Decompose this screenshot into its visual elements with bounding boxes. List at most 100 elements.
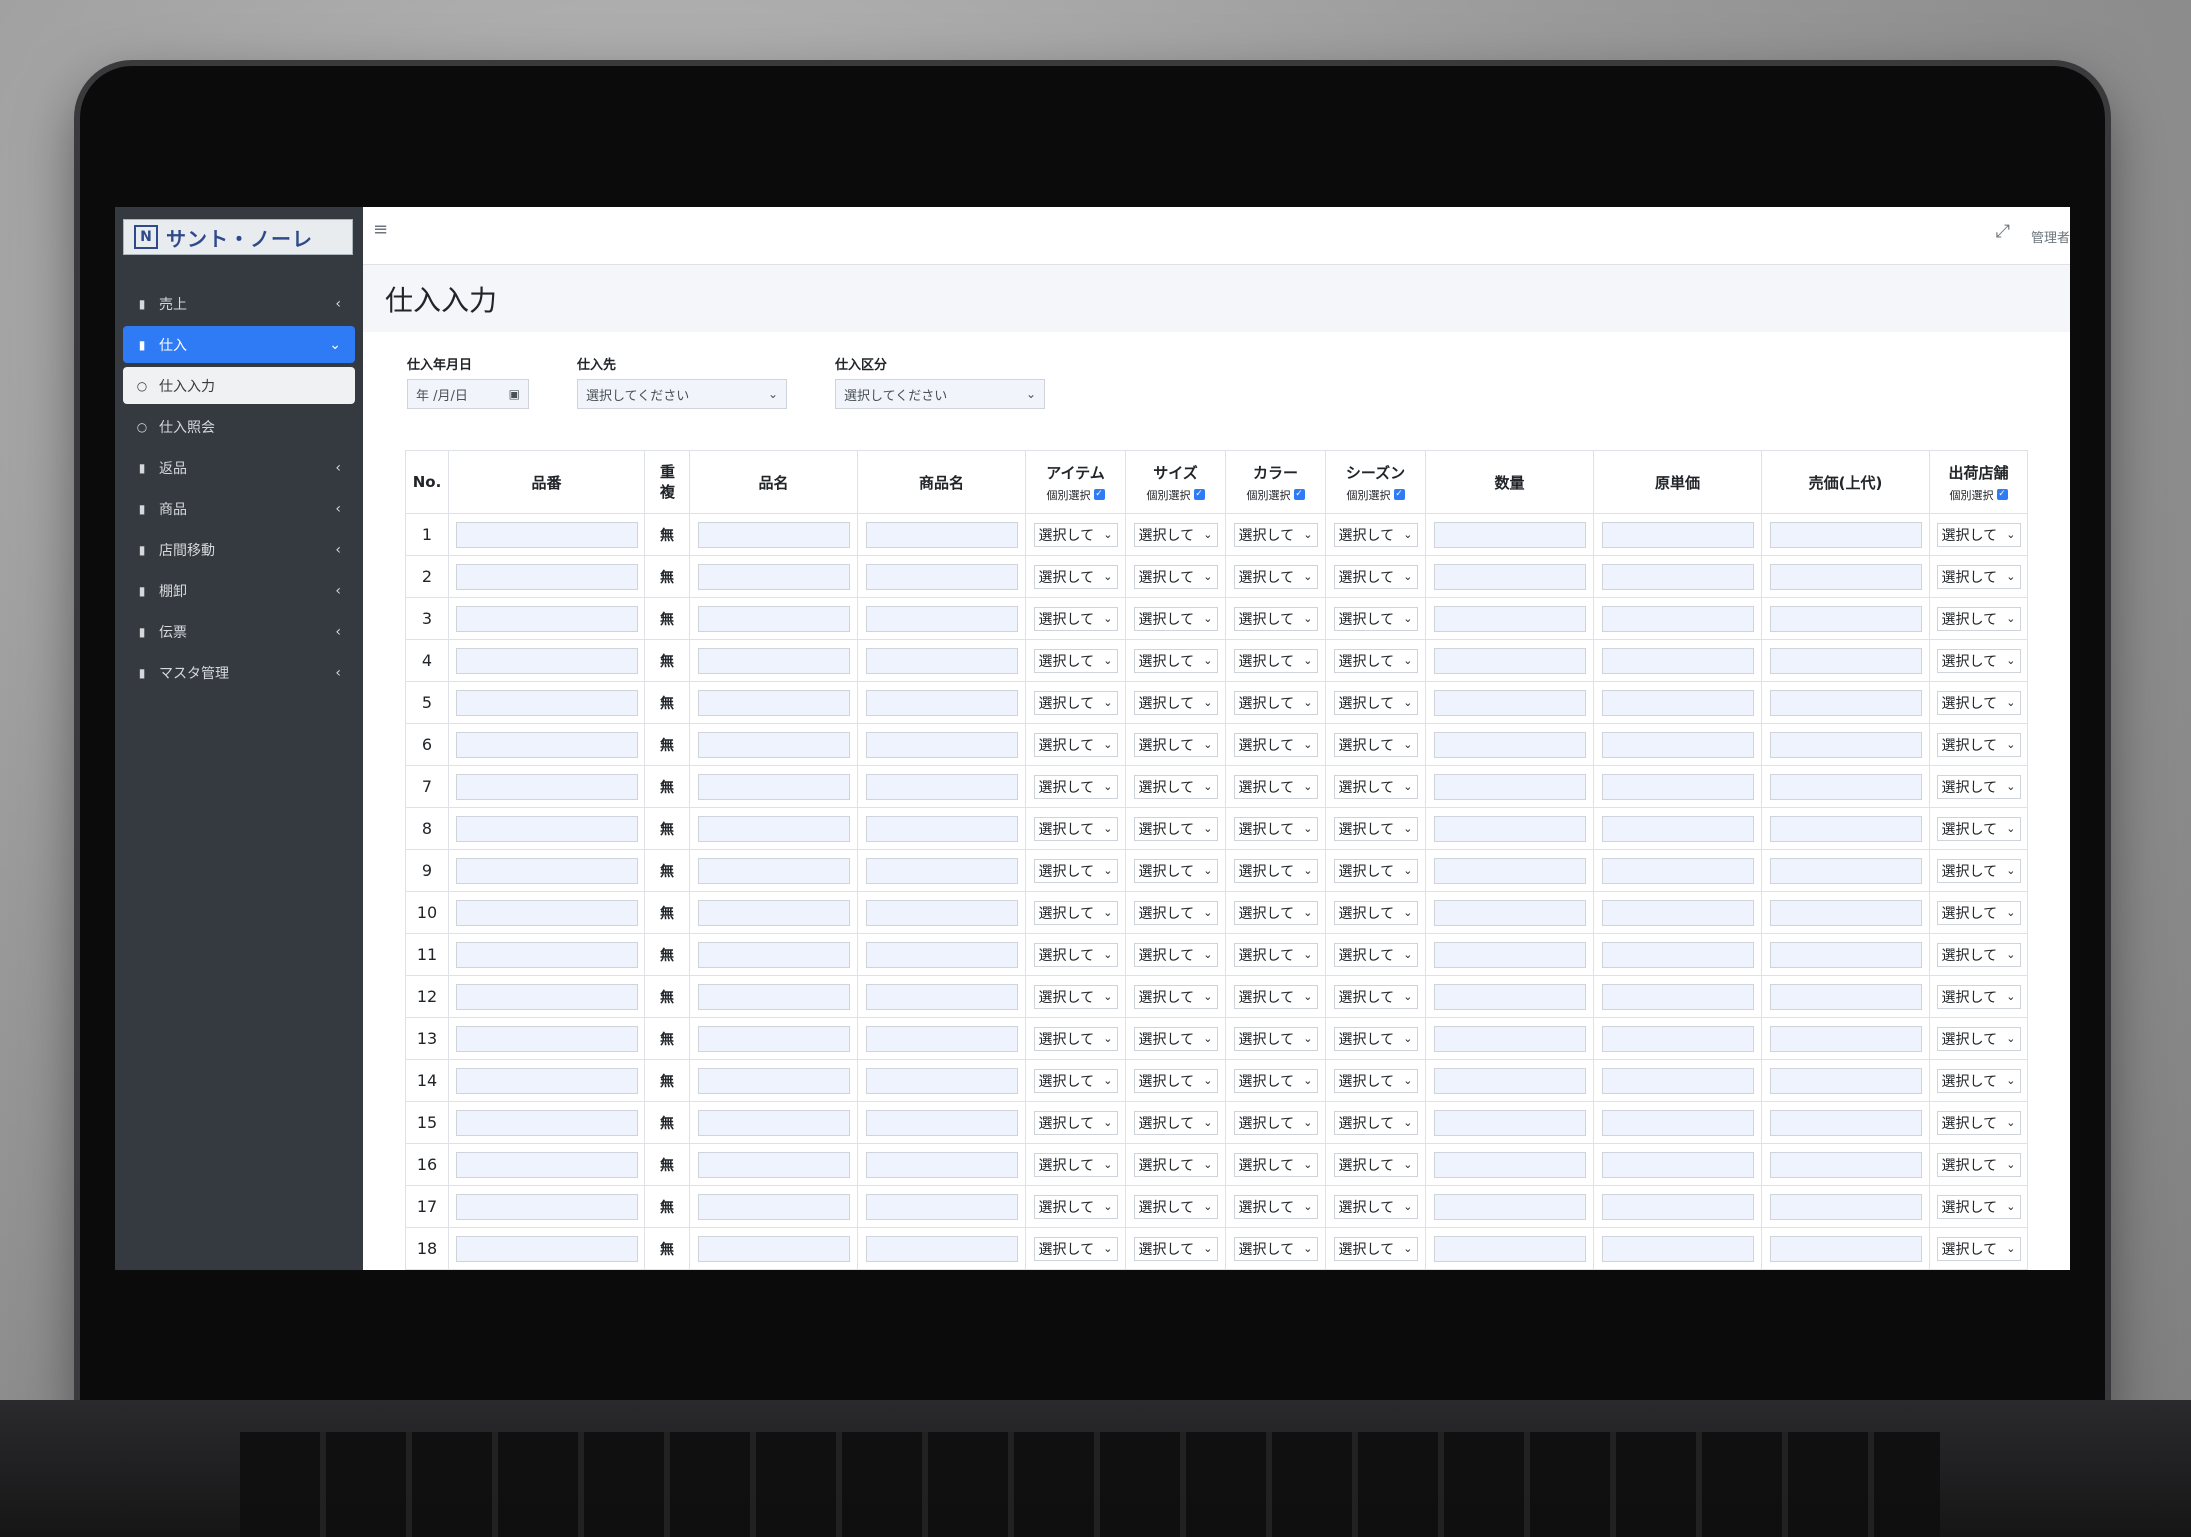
fullscreen-icon[interactable]: ⤢ (1996, 221, 2010, 242)
season-select[interactable]: 選択して ⌄ (1333, 1110, 1418, 1135)
price-input[interactable] (1769, 899, 1922, 926)
item-select[interactable]: 選択して ⌄ (1033, 1236, 1118, 1261)
size-select[interactable]: 選択して ⌄ (1133, 942, 1218, 967)
product-name-input[interactable] (865, 857, 1018, 884)
qty-input[interactable] (1433, 521, 1586, 548)
price-input[interactable] (1769, 689, 1922, 716)
product-name-input[interactable] (865, 1025, 1018, 1052)
color-select[interactable]: 選択して ⌄ (1233, 690, 1318, 715)
item-select[interactable]: 選択して ⌄ (1033, 1026, 1118, 1051)
size-select[interactable]: 選択して ⌄ (1133, 1110, 1218, 1135)
qty-input[interactable] (1433, 983, 1586, 1010)
price-input[interactable] (1769, 941, 1922, 968)
qty-input[interactable] (1433, 773, 1586, 800)
product-name-input[interactable] (865, 941, 1018, 968)
sidebar-item-purchase-inquiry[interactable]: ○ 仕入照会 (123, 408, 355, 445)
item-name-input[interactable] (697, 773, 850, 800)
part-no-input[interactable] (455, 731, 638, 758)
item-name-input[interactable] (697, 1151, 850, 1178)
store-select[interactable]: 選択して ⌄ (1936, 984, 2021, 1009)
unit-cost-input[interactable] (1601, 857, 1754, 884)
product-name-input[interactable] (865, 899, 1018, 926)
qty-input[interactable] (1433, 941, 1586, 968)
store-select[interactable]: 選択して ⌄ (1936, 816, 2021, 841)
calendar-icon[interactable]: ▣ (509, 387, 520, 401)
part-no-input[interactable] (455, 857, 638, 884)
sidebar-item-returns[interactable]: ▮ 返品 ‹ (123, 449, 355, 486)
item-select[interactable]: 選択して ⌄ (1033, 522, 1118, 547)
size-select[interactable]: 選択して ⌄ (1133, 816, 1218, 841)
season-select[interactable]: 選択して ⌄ (1333, 942, 1418, 967)
item-name-input[interactable] (697, 983, 850, 1010)
sidebar-item-purchase-entry[interactable]: ○ 仕入入力 (123, 367, 355, 404)
size-select[interactable]: 選択して ⌄ (1133, 732, 1218, 757)
color-select[interactable]: 選択して ⌄ (1233, 1110, 1318, 1135)
season-select[interactable]: 選択して ⌄ (1333, 1236, 1418, 1261)
price-input[interactable] (1769, 773, 1922, 800)
user-name[interactable]: 管理者 (2031, 227, 2070, 246)
season-select[interactable]: 選択して ⌄ (1333, 1068, 1418, 1093)
color-select[interactable]: 選択して ⌄ (1233, 900, 1318, 925)
item-name-input[interactable] (697, 1109, 850, 1136)
sidebar-item-products[interactable]: ▮ 商品 ‹ (123, 490, 355, 527)
product-name-input[interactable] (865, 605, 1018, 632)
date-input[interactable]: 年 /月/日 ▣ (407, 379, 529, 409)
unit-cost-input[interactable] (1601, 899, 1754, 926)
item-name-input[interactable] (697, 1025, 850, 1052)
color-select[interactable]: 選択して ⌄ (1233, 1194, 1318, 1219)
store-select[interactable]: 選択して ⌄ (1936, 1194, 2021, 1219)
color-select[interactable]: 選択して ⌄ (1233, 732, 1318, 757)
unit-cost-input[interactable] (1601, 815, 1754, 842)
unit-cost-input[interactable] (1601, 731, 1754, 758)
unit-cost-input[interactable] (1601, 647, 1754, 674)
individual-select-checkbox[interactable]: ✓ (1093, 489, 1105, 500)
item-select[interactable]: 選択して ⌄ (1033, 1194, 1118, 1219)
price-input[interactable] (1769, 563, 1922, 590)
part-no-input[interactable] (455, 521, 638, 548)
part-no-input[interactable] (455, 899, 638, 926)
item-name-input[interactable] (697, 521, 850, 548)
qty-input[interactable] (1433, 1109, 1586, 1136)
size-select[interactable]: 選択して ⌄ (1133, 1194, 1218, 1219)
part-no-input[interactable] (455, 1193, 638, 1220)
unit-cost-input[interactable] (1601, 983, 1754, 1010)
color-select[interactable]: 選択して ⌄ (1233, 1026, 1318, 1051)
unit-cost-input[interactable] (1601, 689, 1754, 716)
size-select[interactable]: 選択して ⌄ (1133, 606, 1218, 631)
qty-input[interactable] (1433, 899, 1586, 926)
part-no-input[interactable] (455, 1109, 638, 1136)
price-input[interactable] (1769, 731, 1922, 758)
item-name-input[interactable] (697, 941, 850, 968)
logo[interactable]: N サント・ノーレ (123, 219, 353, 255)
size-select[interactable]: 選択して ⌄ (1133, 1236, 1218, 1261)
qty-input[interactable] (1433, 1067, 1586, 1094)
price-input[interactable] (1769, 605, 1922, 632)
price-input[interactable] (1769, 1109, 1922, 1136)
qty-input[interactable] (1433, 1151, 1586, 1178)
product-name-input[interactable] (865, 1067, 1018, 1094)
part-no-input[interactable] (455, 1235, 638, 1262)
size-select[interactable]: 選択して ⌄ (1133, 774, 1218, 799)
color-select[interactable]: 選択して ⌄ (1233, 1068, 1318, 1093)
sidebar-item-sales[interactable]: ▮ 売上 ‹ (123, 285, 355, 322)
store-select[interactable]: 選択して ⌄ (1936, 648, 2021, 673)
unit-cost-input[interactable] (1601, 1025, 1754, 1052)
season-select[interactable]: 選択して ⌄ (1333, 984, 1418, 1009)
store-select[interactable]: 選択して ⌄ (1936, 774, 2021, 799)
sidebar-item-store-transfer[interactable]: ▮ 店間移動 ‹ (123, 531, 355, 568)
store-select[interactable]: 選択して ⌄ (1936, 564, 2021, 589)
item-select[interactable]: 選択して ⌄ (1033, 564, 1118, 589)
store-select[interactable]: 選択して ⌄ (1936, 522, 2021, 547)
product-name-input[interactable] (865, 647, 1018, 674)
size-select[interactable]: 選択して ⌄ (1133, 648, 1218, 673)
season-select[interactable]: 選択して ⌄ (1333, 690, 1418, 715)
part-no-input[interactable] (455, 941, 638, 968)
product-name-input[interactable] (865, 521, 1018, 548)
product-name-input[interactable] (865, 731, 1018, 758)
part-no-input[interactable] (455, 1067, 638, 1094)
product-name-input[interactable] (865, 815, 1018, 842)
price-input[interactable] (1769, 857, 1922, 884)
qty-input[interactable] (1433, 815, 1586, 842)
color-select[interactable]: 選択して ⌄ (1233, 984, 1318, 1009)
season-select[interactable]: 選択して ⌄ (1333, 648, 1418, 673)
